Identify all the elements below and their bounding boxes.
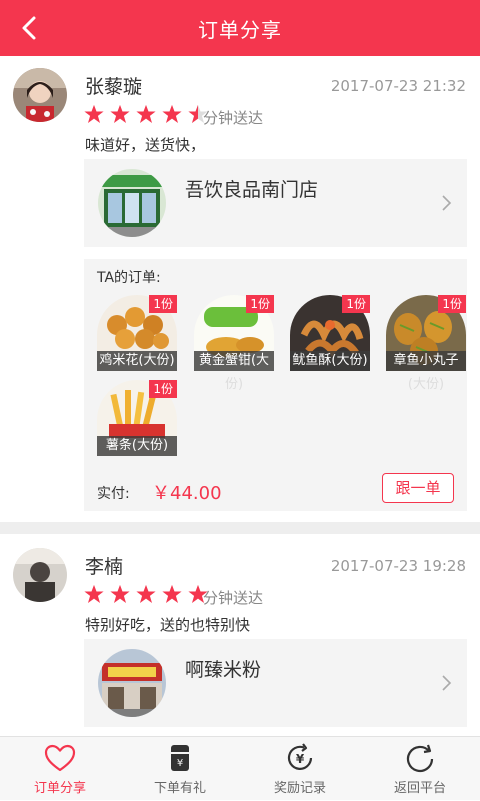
order-item[interactable]: 1份 鸡米花(大份) (97, 295, 177, 371)
post-time: 2017-07-23 19:28 (330, 557, 466, 575)
heart-icon (44, 744, 76, 772)
item-name: 鸡米花(大份) (97, 351, 177, 371)
tab-label: 订单分享 (33, 781, 86, 796)
share-post: 李楠 2017-07-23 19:28 分钟送达 特别好吃，送的也特别快 啊臻米… (0, 534, 480, 736)
shop-image (98, 169, 166, 237)
shop-card[interactable]: 啊臻米粉 (84, 639, 467, 727)
svg-text:¥: ¥ (177, 758, 183, 769)
order-item[interactable]: 1份 鱿鱼酥(大份) (290, 295, 370, 371)
tab-label: 返回平台 (393, 781, 446, 796)
star-full-icon (136, 104, 156, 123)
post-divider (0, 522, 480, 534)
star-full-icon (110, 104, 130, 123)
star-full-icon (84, 584, 104, 603)
tab-order-gift[interactable]: ¥ 下单有礼 (120, 737, 240, 801)
star-full-icon (136, 584, 156, 603)
follow-order-button[interactable]: 跟一单 (382, 473, 454, 503)
avatar[interactable] (13, 68, 67, 122)
delivery-time: 分钟送达 (203, 589, 264, 607)
comment-text: 特别好吃，送的也特别快 (85, 616, 251, 634)
share-feed[interactable]: 张藜璇 2017-07-23 21:32 分钟送达 味道好，送货快， 吾饮良品南… (0, 56, 480, 736)
user-name: 张藜璇 (85, 76, 143, 98)
item-quantity-badge: 1份 (149, 295, 177, 313)
star-full-icon (110, 584, 130, 603)
star-full-icon (84, 104, 104, 123)
item-quantity-badge: 1份 (438, 295, 466, 313)
share-post: 张藜璇 2017-07-23 21:32 分钟送达 味道好，送货快， 吾饮良品南… (0, 56, 480, 522)
tab-return-platform[interactable]: 返回平台 (360, 737, 480, 801)
star-full-icon (162, 584, 182, 603)
page-title: 订单分享 (198, 18, 282, 42)
rating-stars (84, 104, 209, 126)
yen-refresh-icon: ¥ (287, 743, 313, 770)
avatar[interactable] (13, 548, 67, 602)
rating-stars (84, 584, 209, 606)
tab-label: 奖励记录 (273, 781, 326, 796)
comment-text: 味道好，送货快， (85, 136, 206, 154)
svg-text:¥: ¥ (296, 752, 305, 766)
bottom-tab-bar: 订单分享 ¥ 下单有礼 ¥ 奖励记录 返回平台 (0, 736, 480, 800)
delivery-time: 分钟送达 (203, 109, 264, 127)
order-item[interactable]: 1份 薯条(大份) (97, 380, 177, 456)
return-icon (406, 744, 434, 773)
paid-amount: ￥44.00 (152, 483, 222, 504)
gift-card-icon: ¥ (171, 745, 189, 771)
user-name: 李楠 (85, 556, 124, 578)
star-full-icon (162, 104, 182, 123)
item-name-overflow: (大份) (407, 377, 445, 392)
post-time: 2017-07-23 21:32 (330, 77, 466, 95)
app-header: 订单分享 (0, 0, 480, 56)
order-item[interactable]: 1份 章鱼小丸子 (大份) (386, 295, 466, 392)
item-quantity-badge: 1份 (149, 380, 177, 398)
item-name: 薯条(大份) (97, 436, 177, 456)
item-quantity-badge: 1份 (246, 295, 274, 313)
shop-image (98, 649, 166, 717)
shop-name: 啊臻米粉 (185, 659, 262, 681)
order-card: TA的订单: 1份 鸡米花(大份) 1份 黄金蟹钳(大 份) 1份 鱿鱼酥(大份… (84, 259, 467, 511)
tab-order-share[interactable]: 订单分享 (0, 737, 120, 801)
tab-label: 下单有礼 (153, 781, 206, 796)
item-name-overflow: 份) (224, 377, 244, 392)
order-item[interactable]: 1份 黄金蟹钳(大 份) (194, 295, 274, 392)
order-label: TA的订单: (97, 270, 161, 286)
chevron-right-icon (442, 195, 452, 211)
paid-label: 实付: (97, 486, 130, 502)
item-name: 黄金蟹钳(大 (194, 351, 274, 371)
item-quantity-badge: 1份 (342, 295, 370, 313)
item-name: 鱿鱼酥(大份) (290, 351, 370, 371)
tab-reward-records[interactable]: ¥ 奖励记录 (240, 737, 360, 801)
shop-name: 吾饮良品南门店 (185, 179, 319, 201)
shop-card[interactable]: 吾饮良品南门店 (84, 159, 467, 247)
chevron-right-icon (442, 675, 452, 691)
item-name: 章鱼小丸子 (386, 351, 466, 371)
